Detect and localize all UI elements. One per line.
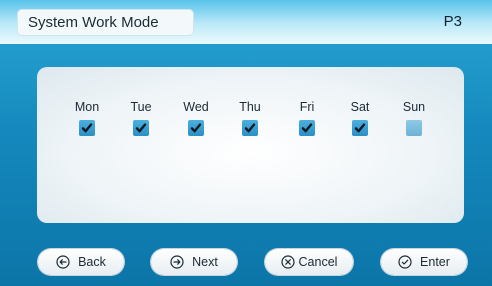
- check-circle-icon: [398, 255, 412, 269]
- arrow-right-circle-icon: [170, 255, 184, 269]
- back-button-label: Back: [78, 255, 106, 269]
- day-wed[interactable]: Wed: [176, 100, 216, 136]
- day-label-sat: Sat: [350, 100, 370, 114]
- day-label-thu: Thu: [239, 100, 261, 114]
- next-button[interactable]: Next: [151, 249, 237, 275]
- day-label-wed: Wed: [183, 100, 209, 114]
- back-button[interactable]: Back: [38, 249, 124, 275]
- checkbox-sat[interactable]: [352, 120, 368, 136]
- day-sat[interactable]: Sat: [340, 100, 380, 136]
- screen: System Work Mode P3 Mon Tue Wed Thu Fri …: [0, 0, 492, 286]
- next-button-label: Next: [192, 255, 218, 269]
- cancel-button[interactable]: Cancel: [265, 249, 353, 275]
- day-mon[interactable]: Mon: [67, 100, 107, 136]
- day-label-sun: Sun: [402, 100, 426, 114]
- enter-button-label: Enter: [420, 255, 450, 269]
- day-sun[interactable]: Sun: [394, 100, 434, 136]
- day-label-tue: Tue: [130, 100, 152, 114]
- day-thu[interactable]: Thu: [230, 100, 270, 136]
- header-bar: System Work Mode P3: [0, 0, 492, 44]
- x-circle-icon: [280, 255, 295, 269]
- arrow-left-circle-icon: [56, 255, 70, 269]
- day-label-fri: Fri: [299, 100, 315, 114]
- day-tue[interactable]: Tue: [121, 100, 161, 136]
- cancel-button-label: Cancel: [298, 255, 338, 269]
- day-label-mon: Mon: [74, 100, 100, 114]
- weekday-panel: Mon Tue Wed Thu Fri Sat Sun: [37, 67, 464, 223]
- checkbox-tue[interactable]: [133, 120, 149, 136]
- checkbox-thu[interactable]: [242, 120, 258, 136]
- page-number: P3: [443, 13, 462, 30]
- page-title: System Work Mode: [18, 10, 193, 35]
- checkbox-wed[interactable]: [188, 120, 204, 136]
- checkbox-fri[interactable]: [299, 120, 315, 136]
- day-fri[interactable]: Fri: [287, 100, 327, 136]
- checkbox-sun[interactable]: [406, 120, 422, 136]
- enter-button[interactable]: Enter: [381, 249, 467, 275]
- checkbox-mon[interactable]: [79, 120, 95, 136]
